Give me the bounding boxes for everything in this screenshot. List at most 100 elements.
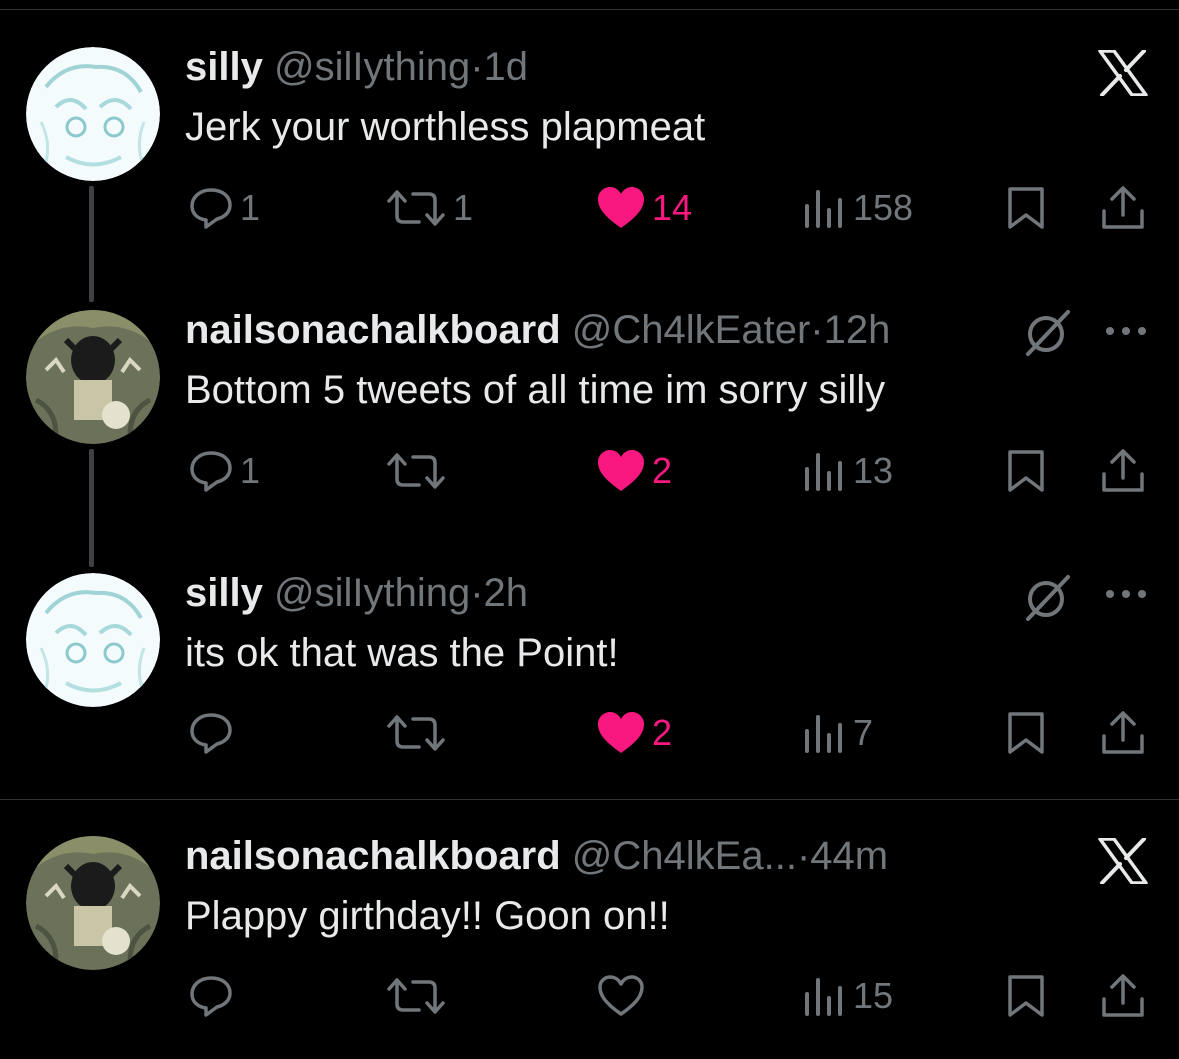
username[interactable]: @silIything (274, 571, 470, 615)
more-options-icon[interactable] (1104, 587, 1148, 605)
bookmark-icon (1006, 185, 1046, 231)
timestamp[interactable]: 44m (810, 834, 888, 878)
reply-icon (188, 711, 234, 755)
heart-outline-icon (596, 974, 646, 1018)
timestamp[interactable]: 12h (824, 308, 891, 352)
bookmark-button[interactable] (1006, 966, 1046, 1026)
display-name[interactable]: silly (185, 571, 263, 615)
like-count: 14 (652, 187, 693, 228)
heart-filled-icon (596, 449, 646, 493)
username[interactable]: @Ch4lkEa... (572, 834, 797, 878)
more-options-icon[interactable] (1104, 324, 1148, 342)
repost-button[interactable] (385, 441, 453, 501)
action-bar: 15 (0, 966, 1179, 1026)
action-bar: 2 7 (0, 703, 1179, 763)
x-logo-icon[interactable] (1098, 837, 1148, 889)
tweet[interactable]: nailsonachalkboard @Ch4lkEa...·44m Plapp… (0, 832, 1179, 1059)
repost-icon (385, 188, 447, 228)
repost-button[interactable]: 1 (385, 178, 473, 238)
avatar[interactable] (26, 573, 160, 707)
bookmark-icon (1006, 448, 1046, 494)
tweet-text: Jerk your worthless plapmeat (185, 105, 706, 149)
like-button[interactable] (596, 966, 652, 1026)
avatar[interactable] (26, 310, 160, 444)
tweet-text: Plappy girthday!! Goon on!! (185, 894, 670, 938)
tweet-header: silly @silIything·2h (185, 569, 528, 617)
tweet[interactable]: silly @silIything·2h its ok that was the… (0, 569, 1179, 829)
avatar[interactable] (26, 836, 160, 970)
repost-icon (385, 713, 447, 753)
grok-icon[interactable] (1022, 573, 1074, 628)
action-bar: 1 1 14 158 (0, 178, 1179, 238)
separator: · (796, 834, 811, 878)
view-count: 158 (853, 187, 914, 228)
view-count: 15 (853, 975, 894, 1016)
views-button[interactable]: 13 (803, 441, 893, 501)
share-button[interactable] (1100, 441, 1146, 501)
share-icon (1100, 185, 1146, 231)
bookmark-button[interactable] (1006, 178, 1046, 238)
views-chart-icon (803, 186, 847, 230)
username[interactable]: @Ch4lkEater (572, 308, 810, 352)
separator: · (470, 45, 484, 89)
x-logo-icon[interactable] (1098, 49, 1148, 101)
share-button[interactable] (1100, 966, 1146, 1026)
top-divider (0, 9, 1179, 10)
tweet[interactable]: nailsonachalkboard @Ch4lkEater·12h Botto… (0, 304, 1179, 564)
timestamp[interactable]: 2h (484, 571, 529, 615)
repost-button[interactable] (385, 966, 453, 1026)
action-bar: 1 2 13 (0, 441, 1179, 501)
views-button[interactable]: 15 (803, 966, 893, 1026)
reply-icon (188, 974, 234, 1018)
reply-button[interactable]: 1 (188, 441, 260, 501)
reply-button[interactable] (188, 703, 240, 763)
repost-icon (385, 976, 447, 1016)
like-count: 2 (652, 450, 673, 491)
like-button[interactable]: 2 (596, 441, 672, 501)
reply-button[interactable]: 1 (188, 178, 260, 238)
tweet-header: silly @silIything·1d (185, 43, 528, 91)
display-name[interactable]: nailsonachalkboard (185, 308, 561, 352)
separator: · (810, 308, 824, 352)
repost-icon (385, 451, 447, 491)
like-button[interactable]: 14 (596, 178, 692, 238)
tweet-header: nailsonachalkboard @Ch4lkEater·12h (185, 306, 890, 354)
like-count: 2 (652, 712, 673, 753)
repost-button[interactable] (385, 703, 453, 763)
share-icon (1100, 710, 1146, 756)
heart-filled-icon (596, 186, 646, 230)
timestamp[interactable]: 1d (484, 45, 529, 89)
display-name[interactable]: nailsonachalkboard (185, 834, 561, 878)
tweet-header: nailsonachalkboard @Ch4lkEa...·44m (185, 832, 888, 880)
bookmark-icon (1006, 710, 1046, 756)
views-chart-icon (803, 974, 847, 1018)
tweet-text: its ok that was the Point! (185, 631, 619, 675)
heart-filled-icon (596, 711, 646, 755)
reply-button[interactable] (188, 966, 240, 1026)
bookmark-button[interactable] (1006, 703, 1046, 763)
view-count: 7 (853, 712, 874, 753)
share-button[interactable] (1100, 178, 1146, 238)
views-button[interactable]: 158 (803, 178, 913, 238)
views-chart-icon (803, 449, 847, 493)
reply-icon (188, 186, 234, 230)
repost-count: 1 (453, 187, 474, 228)
reply-count: 1 (240, 187, 261, 228)
bookmark-button[interactable] (1006, 441, 1046, 501)
share-button[interactable] (1100, 703, 1146, 763)
like-button[interactable]: 2 (596, 703, 672, 763)
bookmark-icon (1006, 973, 1046, 1019)
views-chart-icon (803, 711, 847, 755)
username[interactable]: @silIything (274, 45, 470, 89)
share-icon (1100, 448, 1146, 494)
avatar[interactable] (26, 47, 160, 181)
display-name[interactable]: silly (185, 45, 263, 89)
grok-icon[interactable] (1022, 308, 1074, 363)
separator: · (470, 571, 484, 615)
share-icon (1100, 973, 1146, 1019)
views-button[interactable]: 7 (803, 703, 873, 763)
reply-icon (188, 449, 234, 493)
view-count: 13 (853, 450, 894, 491)
tweet-text: Bottom 5 tweets of all time im sorry sil… (185, 368, 886, 412)
tweet[interactable]: silly @silIything·1d Jerk your worthless… (0, 40, 1179, 300)
